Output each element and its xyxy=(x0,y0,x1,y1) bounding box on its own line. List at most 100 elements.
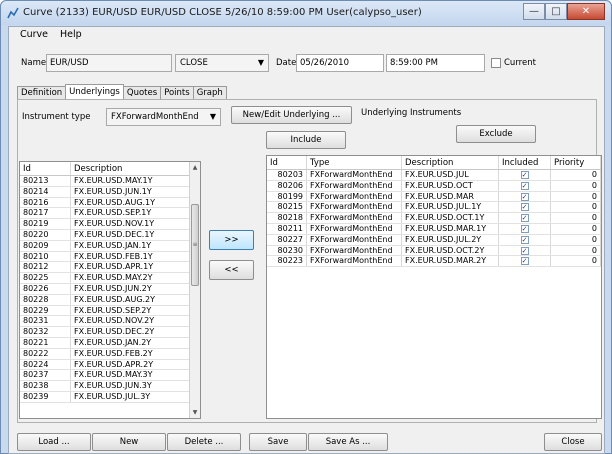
column-header-description[interactable]: Description xyxy=(402,156,499,169)
dropdown-arrow-icon: ▼ xyxy=(209,112,216,121)
table-row[interactable]: 80224 FX.EUR.USD.APR.2Y xyxy=(20,359,200,371)
table-row[interactable]: 80225 FX.EUR.USD.MAY.2Y xyxy=(20,273,200,284)
cell-included: ✓ xyxy=(499,245,551,256)
maximize-button[interactable]: □ xyxy=(545,3,567,20)
time-field[interactable]: 8:59:00 PM xyxy=(386,54,485,72)
table-row[interactable]: 80213 FX.EUR.USD.MAY.1Y xyxy=(20,176,200,187)
cell-description: FX.EUR.USD.AUG.2Y xyxy=(71,294,191,305)
cell-description: FX.EUR.USD.JUL xyxy=(402,170,499,180)
current-checkbox[interactable] xyxy=(491,58,501,68)
table-row[interactable]: 80228 FX.EUR.USD.AUG.2Y xyxy=(20,294,200,306)
tab-underlyings[interactable]: Underlyings xyxy=(65,84,124,99)
tab-definition[interactable]: Definition xyxy=(17,86,67,99)
column-header-description[interactable]: Description xyxy=(71,162,191,175)
move-left-button[interactable]: << xyxy=(209,260,254,280)
cell-priority: 0 xyxy=(551,234,601,245)
tab-points[interactable]: Points xyxy=(160,86,194,99)
curve-icon xyxy=(7,7,19,19)
table-row[interactable]: 80226 FX.EUR.USD.JUN.2Y xyxy=(20,283,200,295)
included-checkbox[interactable]: ✓ xyxy=(520,235,529,244)
included-checkbox[interactable]: ✓ xyxy=(520,224,529,233)
column-header-priority[interactable]: Priority xyxy=(551,156,601,169)
scroll-thumb[interactable]: ≡ xyxy=(191,204,199,286)
date-field[interactable]: 05/26/2010 xyxy=(296,54,384,72)
cell-id: 80237 xyxy=(20,370,71,381)
table-row[interactable]: 80229 FX.EUR.USD.SEP.2Y xyxy=(20,305,200,317)
save-button[interactable]: Save xyxy=(249,433,307,451)
left-table-scrollbar[interactable]: ▲ ≡ ▼ xyxy=(189,162,200,418)
included-checkbox[interactable]: ✓ xyxy=(520,181,529,190)
cell-type: FXForwardMonthEnd xyxy=(307,256,402,267)
column-header-id[interactable]: Id xyxy=(267,156,307,169)
close-window-button[interactable]: ✕ xyxy=(567,3,605,20)
table-row[interactable]: 80232 FX.EUR.USD.DEC.2Y xyxy=(20,327,200,338)
cell-description: FX.EUR.USD.JUN.2Y xyxy=(71,283,191,294)
load-button[interactable]: Load ... xyxy=(17,433,91,451)
new-button[interactable]: New xyxy=(92,433,166,451)
cell-description: FX.EUR.USD.JUL.1Y xyxy=(402,202,499,213)
included-checkbox[interactable]: ✓ xyxy=(520,171,529,179)
column-header-id[interactable]: Id xyxy=(20,162,71,175)
cell-priority: 0 xyxy=(551,202,601,213)
minimize-button[interactable]: — xyxy=(523,3,545,20)
instrument-type-label: Instrument type xyxy=(22,112,91,122)
column-header-included[interactable]: Included xyxy=(499,156,551,169)
instrument-type-combo[interactable]: FXForwardMonthEnd ▼ xyxy=(106,108,221,126)
table-row[interactable]: 80223 FXForwardMonthEnd FX.EUR.USD.MAR.2Y ✓… xyxy=(267,256,601,268)
included-checkbox[interactable]: ✓ xyxy=(520,257,529,266)
close-button[interactable]: Close xyxy=(544,433,602,451)
included-checkbox[interactable]: ✓ xyxy=(520,203,529,212)
included-checkbox[interactable]: ✓ xyxy=(520,214,529,223)
cell-id: 80231 xyxy=(20,316,71,327)
table-row[interactable]: 80206 FXForwardMonthEnd FX.EUR.USD.OCT ✓ 0 xyxy=(267,180,601,192)
table-row[interactable]: 80215 FXForwardMonthEnd FX.EUR.USD.JUL.1Y ✓… xyxy=(267,202,601,214)
name-field[interactable]: EUR/USD xyxy=(46,54,172,72)
cell-description: FX.EUR.USD.JUL.3Y xyxy=(71,391,191,402)
table-row[interactable]: 80221 FX.EUR.USD.JAN.2Y xyxy=(20,337,200,349)
table-row[interactable]: 80217 FX.EUR.USD.SEP.1Y xyxy=(20,208,200,220)
exclude-button[interactable]: Exclude xyxy=(456,125,536,143)
scroll-down-icon[interactable]: ▼ xyxy=(190,407,200,418)
new-edit-underlying-button[interactable]: New/Edit Underlying ... xyxy=(231,106,352,124)
cell-id: 80216 xyxy=(20,197,71,208)
table-row[interactable]: 80209 FX.EUR.USD.JAN.1Y xyxy=(20,240,200,252)
table-row[interactable]: 80227 FXForwardMonthEnd FX.EUR.USD.JUL.2Y ✓… xyxy=(267,234,601,246)
cell-id: 80230 xyxy=(267,245,307,256)
included-checkbox[interactable]: ✓ xyxy=(520,246,529,255)
type-combo[interactable]: CLOSE ▼ xyxy=(175,54,269,72)
menu-help[interactable]: Help xyxy=(54,27,88,43)
table-row[interactable]: 80222 FX.EUR.USD.FEB.2Y xyxy=(20,348,200,360)
table-row[interactable]: 80214 FX.EUR.USD.JUN.1Y xyxy=(20,186,200,198)
table-row[interactable]: 80216 FX.EUR.USD.AUG.1Y xyxy=(20,197,200,209)
table-row[interactable]: 80230 FXForwardMonthEnd FX.EUR.USD.OCT.2Y ✓… xyxy=(267,245,601,257)
delete-button[interactable]: Delete ... xyxy=(167,433,241,451)
included-checkbox[interactable]: ✓ xyxy=(520,192,529,201)
table-row[interactable]: 80203 FXForwardMonthEnd FX.EUR.USD.JUL ✓ 0 xyxy=(267,170,601,181)
table-row[interactable]: 80211 FXForwardMonthEnd FX.EUR.USD.MAR.1Y ✓… xyxy=(267,223,601,235)
cell-id: 80203 xyxy=(267,170,307,180)
table-row[interactable]: 80219 FX.EUR.USD.NOV.1Y xyxy=(20,219,200,230)
table-row[interactable]: 80238 FX.EUR.USD.JUN.3Y xyxy=(20,381,200,392)
table-row[interactable]: 80239 FX.EUR.USD.JUL.3Y xyxy=(20,391,200,403)
move-right-button[interactable]: >> xyxy=(209,230,254,250)
cell-description: FX.EUR.USD.MAR xyxy=(402,191,499,202)
table-row[interactable]: 80210 FX.EUR.USD.FEB.1Y xyxy=(20,251,200,263)
title-bar[interactable]: Curve (2133) EUR/USD EUR/USD CLOSE 5/26/… xyxy=(1,1,611,25)
table-row[interactable]: 80218 FXForwardMonthEnd FX.EUR.USD.OCT.1Y ✓… xyxy=(267,213,601,224)
table-row[interactable]: 80212 FX.EUR.USD.APR.1Y xyxy=(20,262,200,274)
tab-graph[interactable]: Graph xyxy=(192,86,227,99)
cell-included: ✓ xyxy=(499,234,551,245)
table-row[interactable]: 80231 FX.EUR.USD.NOV.2Y xyxy=(20,316,200,328)
cell-description: FX.EUR.USD.JUN.1Y xyxy=(71,186,191,197)
include-button[interactable]: Include xyxy=(266,131,346,149)
table-row[interactable]: 80237 FX.EUR.USD.MAY.3Y xyxy=(20,370,200,382)
cell-type: FXForwardMonthEnd xyxy=(307,245,402,256)
column-header-type[interactable]: Type xyxy=(307,156,402,169)
left-table-header: Id Description xyxy=(20,162,200,176)
table-row[interactable]: 80199 FXForwardMonthEnd FX.EUR.USD.MAR ✓ 0 xyxy=(267,191,601,203)
menu-curve[interactable]: Curve xyxy=(14,27,54,43)
save-as-button[interactable]: Save As ... xyxy=(308,433,388,451)
table-row[interactable]: 80220 FX.EUR.USD.DEC.1Y xyxy=(20,229,200,241)
scroll-up-icon[interactable]: ▲ xyxy=(190,162,200,173)
tab-quotes[interactable]: Quotes xyxy=(122,86,162,99)
